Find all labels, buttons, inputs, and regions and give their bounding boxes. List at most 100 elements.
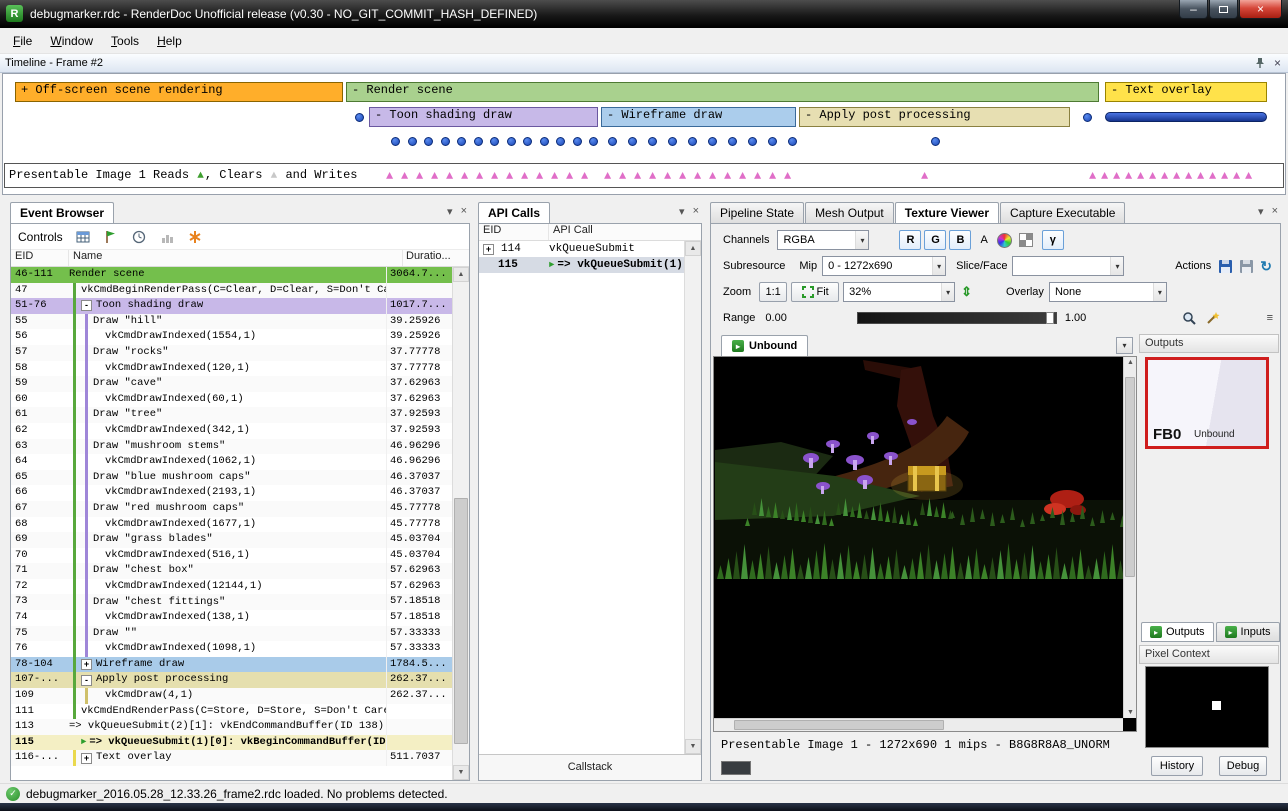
- tab-mesh-output[interactable]: Mesh Output: [805, 202, 894, 223]
- usage-triangle-icon[interactable]: ▲: [1245, 165, 1252, 187]
- expand-icon[interactable]: +: [81, 753, 92, 764]
- panel-menu-icon[interactable]: ▾: [679, 205, 685, 218]
- event-row[interactable]: 115►=> vkQueueSubmit(1)[0]: vkBeginComma…: [11, 735, 452, 751]
- usage-triangle-icon[interactable]: ▲: [506, 165, 513, 187]
- scroll-down-icon[interactable]: ▼: [1127, 709, 1134, 716]
- event-dot[interactable]: [474, 137, 483, 146]
- event-dot[interactable]: [608, 137, 617, 146]
- usage-triangle-icon[interactable]: ▲: [1137, 165, 1144, 187]
- menu-file[interactable]: File: [4, 31, 41, 51]
- event-dot[interactable]: [728, 137, 737, 146]
- channel-alpha-button[interactable]: A: [980, 234, 987, 246]
- usage-triangle-icon[interactable]: ▲: [446, 165, 453, 187]
- tab-inputs[interactable]: ▸Inputs: [1216, 622, 1280, 642]
- usage-triangle-icon[interactable]: ▲: [491, 165, 498, 187]
- event-row[interactable]: 70vkCmdDrawIndexed(516,1)45.03704: [11, 548, 452, 564]
- usage-triangle-icon[interactable]: ▲: [551, 165, 558, 187]
- event-row[interactable]: 61Draw "tree"37.92593: [11, 407, 452, 423]
- usage-triangle-icon[interactable]: ▲: [1173, 165, 1180, 187]
- panel-menu-icon[interactable]: ▾: [1258, 205, 1264, 218]
- event-row[interactable]: 113=> vkQueueSubmit(2)[1]: vkEndCommandB…: [11, 719, 452, 735]
- timeline-bar[interactable]: - Render scene: [346, 82, 1099, 102]
- usage-triangle-icon[interactable]: ▲: [536, 165, 543, 187]
- zoom-1to1-button[interactable]: 1:1: [759, 282, 787, 302]
- gamma-button[interactable]: γ: [1042, 230, 1064, 250]
- color-wheel-icon[interactable]: [997, 233, 1012, 248]
- event-dot[interactable]: [648, 137, 657, 146]
- rendered-scene-image[interactable]: [715, 358, 1123, 579]
- timeline-close-icon[interactable]: ×: [1274, 56, 1281, 70]
- collapse-icon[interactable]: -: [81, 675, 92, 686]
- column-api-call[interactable]: API Call: [549, 224, 701, 240]
- event-dot[interactable]: [668, 137, 677, 146]
- event-row[interactable]: 68vkCmdDrawIndexed(1677,1)45.77778: [11, 517, 452, 533]
- timeline-bar[interactable]: - Apply post processing: [799, 107, 1070, 127]
- api-calls-scrollbar[interactable]: ▲ ▼: [684, 241, 701, 754]
- timeline-bar[interactable]: - Text overlay: [1105, 82, 1267, 102]
- close-button[interactable]: ×: [1239, 0, 1282, 19]
- zoom-dropdown[interactable]: 32%▾: [843, 282, 955, 302]
- usage-triangle-icon[interactable]: ▲: [386, 165, 393, 187]
- event-dot[interactable]: [490, 137, 499, 146]
- event-dot[interactable]: [523, 137, 532, 146]
- event-row[interactable]: 60vkCmdDrawIndexed(60,1)37.62963: [11, 392, 452, 408]
- usage-triangle-icon[interactable]: ▲: [1113, 165, 1120, 187]
- event-row[interactable]: 116-...+Text overlay511.7037: [11, 750, 452, 766]
- event-dot[interactable]: [424, 137, 433, 146]
- event-row[interactable]: 72vkCmdDrawIndexed(12144,1)57.62963: [11, 579, 452, 595]
- maximize-button[interactable]: [1209, 0, 1238, 19]
- event-row[interactable]: 57Draw "rocks"37.77778: [11, 345, 452, 361]
- canvas-horizontal-scrollbar[interactable]: [714, 718, 1123, 731]
- tab-outputs[interactable]: ▸Outputs: [1141, 622, 1214, 642]
- title-bar[interactable]: R debugmarker.rdc - RenderDoc Unofficial…: [0, 0, 1288, 28]
- channel-red-button[interactable]: R: [899, 230, 921, 250]
- event-dot[interactable]: [408, 137, 417, 146]
- tab-event-browser[interactable]: Event Browser: [10, 202, 114, 223]
- snowflake-star-icon[interactable]: [187, 229, 203, 245]
- event-dot[interactable]: [573, 137, 582, 146]
- refresh-icon[interactable]: ↻: [1260, 258, 1272, 275]
- usage-triangle-icon[interactable]: ▲: [1149, 165, 1156, 187]
- usage-triangle-icon[interactable]: ▲: [754, 165, 761, 187]
- usage-triangle-icon[interactable]: ▲: [401, 165, 408, 187]
- usage-triangle-icon[interactable]: ▲: [619, 165, 626, 187]
- event-browser-scrollbar[interactable]: ▲ ▼: [452, 267, 469, 780]
- event-dot[interactable]: [507, 137, 516, 146]
- usage-triangle-icon[interactable]: ▲: [1209, 165, 1216, 187]
- debug-button[interactable]: Debug: [1219, 756, 1267, 776]
- usage-triangle-icon[interactable]: ▲: [1221, 165, 1228, 187]
- export-icon[interactable]: [1239, 259, 1254, 274]
- usage-triangle-icon[interactable]: ▲: [476, 165, 483, 187]
- usage-triangle-icon[interactable]: ▲: [461, 165, 468, 187]
- timeline-panel-header[interactable]: Timeline - Frame #2 ×: [0, 54, 1288, 73]
- menu-tools[interactable]: Tools: [102, 31, 148, 51]
- texture-canvas[interactable]: ▲ ▼: [713, 356, 1137, 732]
- event-dot[interactable]: [708, 137, 717, 146]
- tab-unbound-texture[interactable]: ▸ Unbound: [721, 335, 808, 356]
- usage-triangle-icon[interactable]: ▲: [694, 165, 701, 187]
- event-dot[interactable]: [540, 137, 549, 146]
- menu-help[interactable]: Help: [148, 31, 191, 51]
- event-row[interactable]: 107-...-Apply post processing262.37...: [11, 672, 452, 688]
- overlay-dropdown[interactable]: None▾: [1049, 282, 1167, 302]
- column-duration[interactable]: Duratio...: [403, 250, 469, 266]
- event-row[interactable]: 75Draw ""57.33333: [11, 626, 452, 642]
- pixel-context-view[interactable]: [1145, 666, 1269, 748]
- event-row[interactable]: 62vkCmdDrawIndexed(342,1)37.92593: [11, 423, 452, 439]
- scroll-down-icon[interactable]: ▼: [685, 739, 701, 754]
- scroll-up-icon[interactable]: ▲: [453, 267, 469, 282]
- channels-dropdown[interactable]: RGBA▾: [777, 230, 869, 250]
- event-row[interactable]: 66vkCmdDrawIndexed(2193,1)46.37037: [11, 485, 452, 501]
- column-eid[interactable]: EID: [479, 224, 549, 240]
- usage-triangle-icon[interactable]: ▲: [1089, 165, 1096, 187]
- usage-triangle-icon[interactable]: ▲: [1101, 165, 1108, 187]
- fb0-thumbnail[interactable]: FB0 Unbound: [1145, 357, 1269, 449]
- event-row[interactable]: 58vkCmdDrawIndexed(120,1)37.77778: [11, 361, 452, 377]
- event-dot[interactable]: [355, 113, 364, 122]
- event-dot[interactable]: [391, 137, 400, 146]
- event-row[interactable]: 59Draw "cave"37.62963: [11, 376, 452, 392]
- usage-triangle-icon[interactable]: ▲: [581, 165, 588, 187]
- usage-triangle-icon[interactable]: ▲: [709, 165, 716, 187]
- minimize-button[interactable]: –: [1179, 0, 1208, 19]
- panel-menu-icon[interactable]: ▾: [447, 205, 453, 218]
